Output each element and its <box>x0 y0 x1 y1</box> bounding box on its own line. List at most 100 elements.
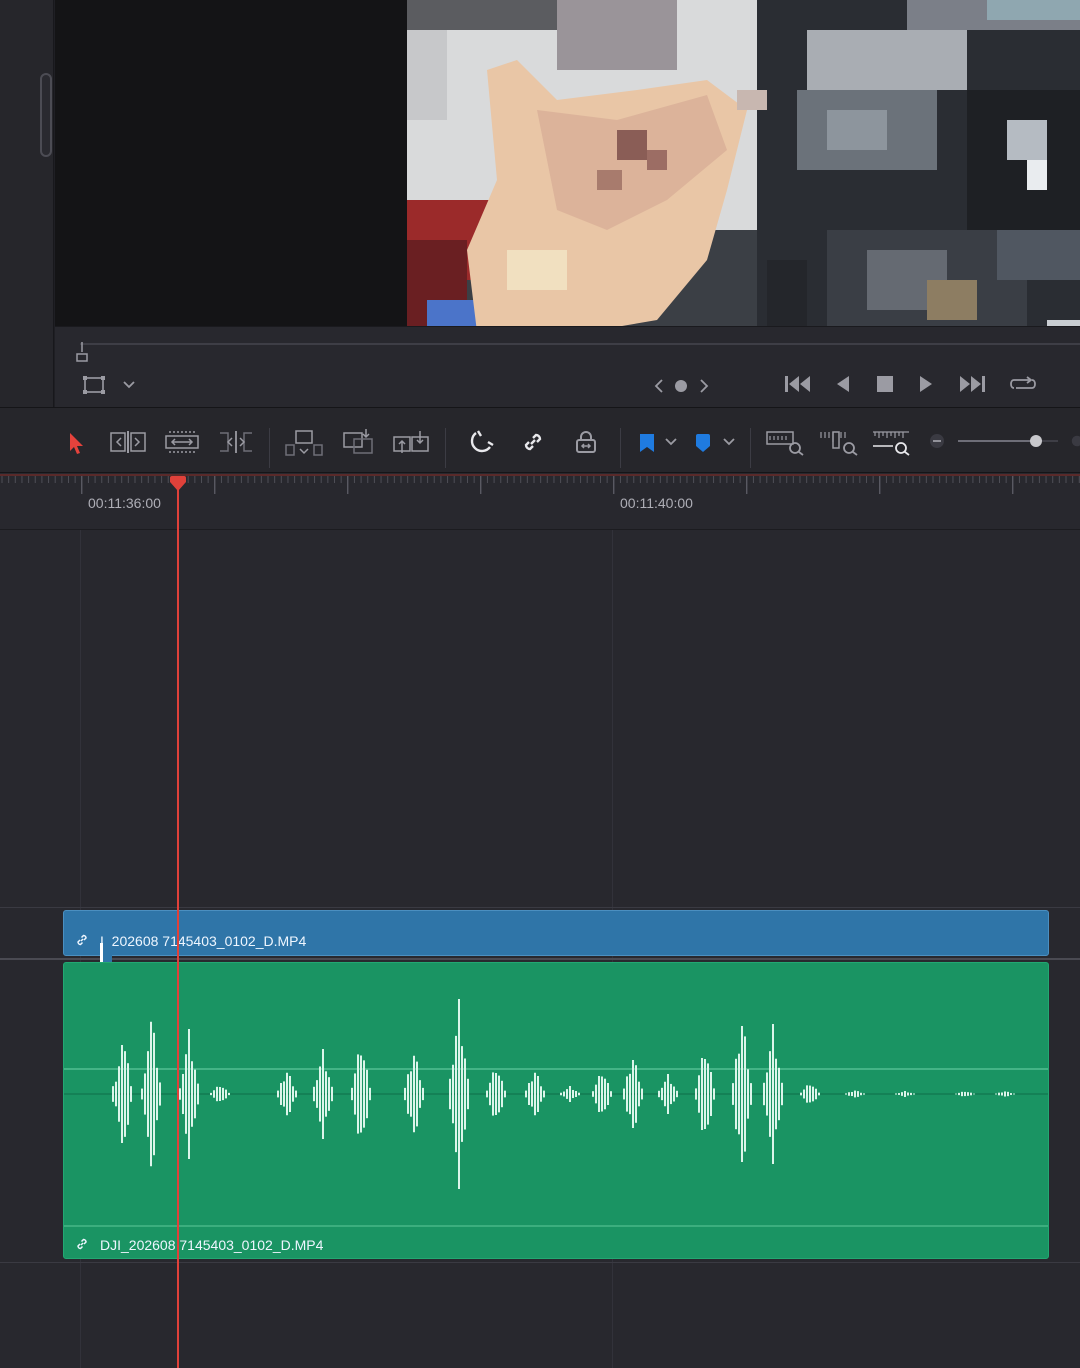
waveform-peak <box>738 1053 740 1135</box>
waveform-peak <box>713 1088 715 1100</box>
video-clip-label: I_202608 7145403_0102_D.MP4 <box>100 933 307 949</box>
waveform-peak <box>286 1072 288 1116</box>
blade-edit-icon[interactable] <box>214 427 258 457</box>
waveform-peak <box>197 1083 199 1105</box>
marker-icon[interactable] <box>690 428 716 458</box>
waveform-peak <box>676 1090 678 1098</box>
waveform-peak <box>572 1089 574 1099</box>
dynamic-trim-icon[interactable] <box>162 427 202 457</box>
waveform-peak <box>182 1073 184 1115</box>
video-clip[interactable]: I_202608 7145403_0102_D.MP4 <box>63 910 1049 965</box>
next-icon[interactable] <box>693 374 715 398</box>
waveform-peak <box>803 1089 805 1099</box>
waveform-peak <box>667 1074 669 1114</box>
waveform-peak <box>775 1058 777 1130</box>
scrubber-track[interactable] <box>80 343 1080 345</box>
waveform-peak <box>895 1093 897 1095</box>
place-on-top-icon[interactable] <box>388 425 434 459</box>
waveform-peak <box>863 1093 865 1095</box>
waveform-peak <box>363 1060 365 1128</box>
snapping-icon[interactable] <box>464 426 498 458</box>
waveform-peak <box>419 1080 421 1108</box>
stop-icon[interactable] <box>872 370 898 398</box>
timeline-toolbar <box>0 407 1080 473</box>
waveform-peak <box>156 1067 158 1121</box>
waveform-peak <box>707 1063 709 1125</box>
zoom-in-icon[interactable] <box>1068 430 1080 452</box>
chevron-down-icon[interactable] <box>660 430 682 454</box>
waveform-peak <box>115 1081 117 1107</box>
waveform-peak <box>194 1069 196 1119</box>
pixelated-frame-image <box>407 0 1080 332</box>
waveform-peak <box>118 1066 120 1122</box>
waveform-peak <box>607 1083 609 1105</box>
waveform-peak <box>495 1073 497 1115</box>
flag-icon[interactable] <box>634 428 660 458</box>
transform-icon[interactable] <box>80 372 108 398</box>
zoom-slider-handle[interactable] <box>1030 435 1042 447</box>
zoom-detail-icon[interactable] <box>818 426 860 458</box>
trim-edit-icon[interactable] <box>106 427 150 457</box>
waveform-peak <box>744 1036 746 1152</box>
waveform-peak <box>360 1055 362 1133</box>
waveform-peak <box>664 1081 666 1107</box>
waveform-peak <box>404 1087 406 1101</box>
waveform-peak <box>219 1087 221 1101</box>
waveform-peak <box>461 1046 463 1142</box>
zoom-full-icon[interactable] <box>764 426 806 458</box>
linked-selection-icon[interactable] <box>516 426 550 458</box>
waveform-peak <box>635 1065 637 1123</box>
waveform-peak <box>638 1081 640 1107</box>
waveform-peak <box>366 1069 368 1119</box>
waveform-peak <box>222 1087 224 1101</box>
waveform-peak <box>778 1067 780 1121</box>
go-to-start-icon[interactable] <box>781 370 815 398</box>
waveform-peak <box>280 1083 282 1105</box>
waveform-peak <box>455 1035 457 1153</box>
loop-icon[interactable] <box>1006 370 1040 398</box>
selection-pointer-icon[interactable] <box>60 428 90 458</box>
play-icon[interactable] <box>913 370 939 398</box>
waveform-peak <box>331 1086 333 1102</box>
chevron-down-icon[interactable] <box>118 374 140 396</box>
waveform-peak <box>595 1084 597 1104</box>
waveform-peak <box>563 1091 565 1097</box>
waveform-peak <box>150 1021 152 1167</box>
dot-indicator-icon[interactable] <box>671 376 691 396</box>
previous-icon[interactable] <box>648 374 670 398</box>
zoom-custom-icon[interactable] <box>870 426 912 458</box>
play-reverse-icon[interactable] <box>830 370 856 398</box>
waveform-peak <box>191 1061 193 1127</box>
waveform-peak <box>763 1082 765 1106</box>
playhead-line[interactable] <box>177 488 179 1368</box>
waveform-peak <box>623 1088 625 1100</box>
waveform-peak <box>354 1073 356 1115</box>
waveform-peak <box>1010 1093 1012 1095</box>
timeline-ruler[interactable]: 00:11:36:00 00:11:40:00 <box>0 474 1080 530</box>
waveform-peak <box>124 1051 126 1137</box>
playhead-handle[interactable] <box>168 476 188 492</box>
link-icon <box>77 934 87 946</box>
waveform-peak <box>225 1089 227 1099</box>
waveform-peak <box>492 1072 494 1116</box>
waveform-peak <box>604 1078 606 1110</box>
audio-clip[interactable]: DJI_202608 7145403_0102_D.MP4 <box>63 962 1049 1259</box>
waveform-peak <box>845 1093 847 1095</box>
position-lock-icon[interactable] <box>569 426 603 458</box>
waveform-peak <box>292 1086 294 1102</box>
overwrite-clip-icon[interactable] <box>282 427 326 459</box>
waveform-peak <box>1004 1091 1006 1097</box>
waveform-peak <box>534 1072 536 1116</box>
go-to-end-icon[interactable] <box>955 370 989 398</box>
replace-clip-icon[interactable] <box>338 425 378 457</box>
scrubber-handle[interactable] <box>76 342 88 362</box>
timeline-tracks[interactable]: I_202608 7145403_0102_D.MP4 DJI_202608 7… <box>0 530 1080 1368</box>
waveform-peak <box>313 1086 315 1102</box>
zoom-out-icon[interactable] <box>926 430 948 452</box>
waveform-peak <box>467 1078 469 1110</box>
waveform-peak <box>958 1092 960 1096</box>
waveform-peak <box>486 1090 488 1098</box>
waveform-peak <box>179 1088 181 1100</box>
chevron-down-icon[interactable] <box>718 430 740 454</box>
vertical-scrollbar[interactable] <box>40 73 52 157</box>
